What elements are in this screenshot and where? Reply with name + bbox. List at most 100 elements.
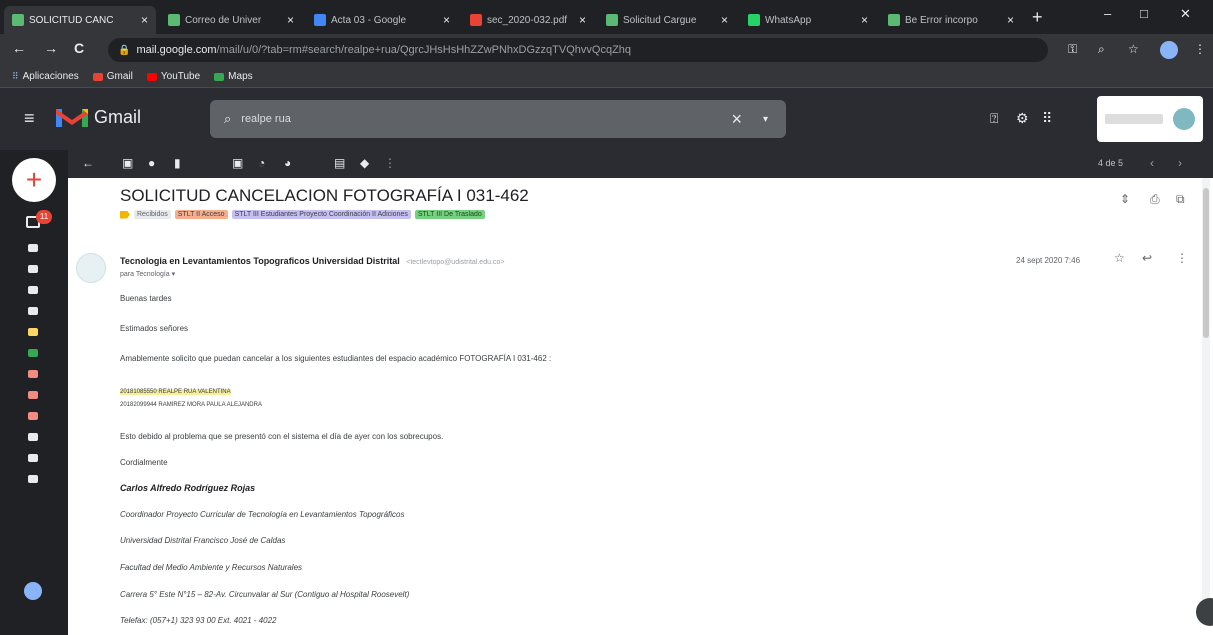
bookmark-apps[interactable]: ⠿ Aplicaciones	[12, 71, 79, 82]
add-to-tasks-icon[interactable]: ◕	[284, 156, 291, 170]
main-menu-icon[interactable]: ≡	[24, 108, 35, 129]
browser-tab[interactable]: sec_2020-032.pdf ×	[462, 6, 594, 34]
meet-icon[interactable]	[28, 475, 38, 483]
browser-tab[interactable]: WhatsApp ×	[740, 6, 876, 34]
youtube-icon	[146, 72, 157, 81]
bookmark-gmail[interactable]: Gmail	[92, 71, 133, 82]
organization-logo	[1105, 114, 1163, 124]
label-chip[interactable]: STLT II Acceso	[174, 210, 228, 219]
newer-icon[interactable]: ‹	[1150, 156, 1154, 170]
search-input[interactable]: realpe rua	[241, 113, 291, 125]
account-switcher[interactable]	[1097, 96, 1203, 142]
label-yellow-icon[interactable]	[28, 328, 38, 336]
snoozed-icon[interactable]	[28, 265, 38, 273]
new-tab-button[interactable]: +	[1032, 7, 1043, 28]
reload-button[interactable]: C	[74, 40, 84, 56]
window-close-button[interactable]: ✕	[1180, 6, 1191, 22]
bookmark-youtube[interactable]: YouTube	[146, 71, 200, 82]
tab-favicon-icon	[168, 14, 180, 26]
account-avatar	[1173, 108, 1195, 130]
sent-icon[interactable]	[28, 286, 38, 294]
forward-button[interactable]: →	[44, 40, 58, 56]
tab-close-icon[interactable]: ×	[287, 13, 294, 27]
label-chip[interactable]: STLT III De Traslado	[414, 210, 485, 219]
move-to-icon[interactable]: ▤	[334, 156, 345, 170]
reply-icon[interactable]: ↩	[1142, 251, 1152, 265]
address-path: /mail/u/0/?tab=rm#search/realpe+rua/Qgrc…	[216, 44, 632, 56]
label-icon[interactable]	[28, 454, 38, 462]
tab-favicon-icon	[748, 14, 760, 26]
label-red-icon[interactable]	[28, 391, 38, 399]
label-chip[interactable]: STLT III Estudiantes Proyecto Coordinaci…	[231, 210, 411, 219]
archive-icon[interactable]: ▣	[122, 156, 133, 170]
window-minimize-button[interactable]: –	[1104, 6, 1111, 21]
recipient-line[interactable]: para Tecnología ▾	[120, 270, 175, 278]
bookmark-maps[interactable]: Maps	[214, 71, 253, 82]
profile-avatar[interactable]	[1160, 41, 1178, 59]
password-key-icon[interactable]: ⚿	[1068, 42, 1077, 57]
back-button[interactable]: ←	[12, 40, 26, 56]
address-bar[interactable]: 🔒 mail.google.com /mail/u/0/?tab=rm#sear…	[108, 38, 1048, 62]
pagination-count: 4 de 5	[1098, 158, 1124, 168]
tab-close-icon[interactable]: ×	[443, 13, 450, 27]
message-more-icon[interactable]: ⋮	[1176, 251, 1188, 265]
search-options-icon[interactable]: ▾	[763, 114, 768, 125]
report-spam-icon[interactable]: ●	[148, 156, 155, 170]
tab-close-icon[interactable]: ×	[141, 13, 148, 27]
browser-tab[interactable]: Solicitud Cargue ×	[598, 6, 736, 34]
chrome-menu-icon[interactable]: ⋮	[1194, 42, 1206, 56]
label-red-icon[interactable]	[28, 412, 38, 420]
browser-tab[interactable]: Acta 03 - Google ×	[306, 6, 458, 34]
star-icon[interactable]: ☆	[1114, 251, 1125, 265]
google-apps-icon[interactable]: ⠿	[1042, 110, 1052, 127]
print-icon[interactable]: ⎙	[1150, 192, 1160, 207]
message-pane: ← ▣ ● ▮ ▣ ◔ ◕ ▤ ◆ ⋮ 4 de 5 ‹ › SOLICITUD…	[68, 150, 1213, 635]
tab-close-icon[interactable]: ×	[861, 13, 868, 27]
settings-gear-icon[interactable]: ⚙	[1016, 110, 1029, 127]
scrollbar-thumb[interactable]	[1203, 188, 1209, 338]
tab-close-icon[interactable]: ×	[1007, 13, 1014, 27]
gmail-logo[interactable]: Gmail	[56, 105, 141, 129]
signature-university: Universidad Distrital Francisco José de …	[120, 536, 286, 545]
label-chip[interactable]: Recibidos	[134, 210, 171, 219]
body-closing: Cordialmente	[120, 458, 168, 467]
zoom-search-icon[interactable]: ⌕	[1098, 42, 1105, 57]
gmail-icon	[92, 72, 103, 81]
help-icon[interactable]: ⍰	[990, 110, 998, 127]
open-new-window-icon[interactable]: ⧉	[1176, 192, 1185, 207]
window-maximize-button[interactable]: □	[1140, 6, 1148, 21]
search-icon[interactable]: ⌕	[224, 111, 231, 127]
bookmarks-bar: ⠿ Aplicaciones Gmail YouTube Maps	[0, 66, 1213, 88]
delete-icon[interactable]: ▮	[174, 156, 181, 170]
tab-close-icon[interactable]: ×	[721, 13, 728, 27]
label-icon[interactable]	[28, 433, 38, 441]
older-icon[interactable]: ›	[1178, 156, 1182, 170]
back-to-list-icon[interactable]: ←	[82, 156, 94, 170]
labels-icon[interactable]: ◆	[360, 156, 369, 170]
browser-tab[interactable]: Correo de Univer ×	[160, 6, 302, 34]
message-labels: Recibidos STLT II Acceso STLT III Estudian…	[120, 210, 485, 219]
tab-close-icon[interactable]: ×	[579, 13, 586, 27]
label-red-icon[interactable]	[28, 370, 38, 378]
gmail-header: ≡ Gmail ⌕ realpe rua × ▾ ⍰ ⚙ ⠿	[0, 88, 1213, 150]
sender-avatar[interactable]	[76, 253, 106, 283]
snooze-icon[interactable]: ◔	[258, 156, 265, 170]
body-salutation: Estimados señores	[120, 324, 189, 333]
sender-name[interactable]: Tecnologia en Levantamientos Topografico…	[120, 256, 400, 266]
bookmark-star-icon[interactable]: ☆	[1128, 42, 1139, 56]
browser-tab[interactable]: SOLICITUD CANC ×	[4, 6, 156, 34]
expand-all-icon[interactable]: ⇕	[1120, 192, 1130, 206]
tab-title: sec_2020-032.pdf	[487, 14, 568, 26]
search-bar[interactable]: ⌕ realpe rua × ▾	[210, 100, 786, 138]
label-green-icon[interactable]	[28, 349, 38, 357]
message-scrollbar[interactable]	[1202, 178, 1210, 618]
more-options-icon[interactable]: ⋮	[384, 156, 396, 170]
drafts-icon[interactable]	[28, 307, 38, 315]
importance-marker-icon[interactable]	[120, 210, 130, 219]
browser-tab[interactable]: Be Error incorpo ×	[880, 6, 1022, 34]
hangouts-avatar[interactable]	[24, 582, 42, 600]
starred-icon[interactable]	[28, 244, 38, 252]
mark-unread-icon[interactable]: ▣	[232, 156, 243, 170]
compose-button[interactable]: +	[12, 158, 56, 202]
clear-search-icon[interactable]: ×	[731, 109, 742, 130]
